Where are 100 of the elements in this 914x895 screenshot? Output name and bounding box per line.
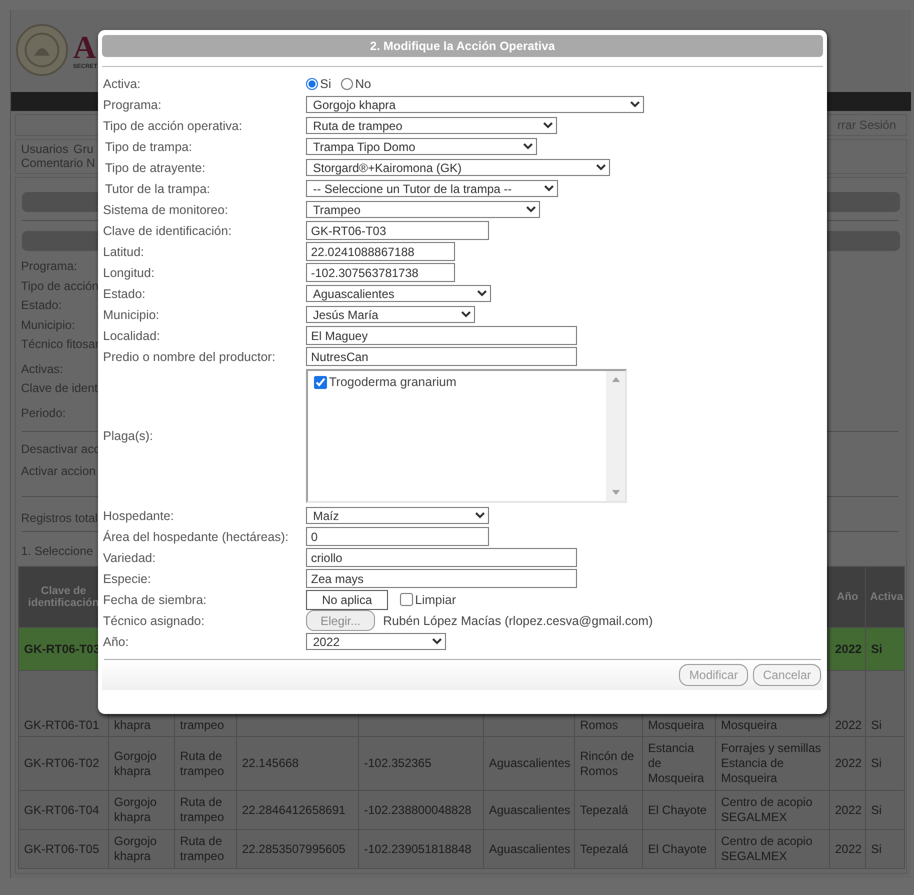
table-cell: Aguascalientes xyxy=(489,756,570,770)
filter-label: Municipio: xyxy=(21,316,76,334)
dropdown[interactable]: Maíz xyxy=(306,507,489,524)
table-cell: 22.2846412658691 xyxy=(242,802,346,816)
table-cell: Gorgojo khapra xyxy=(114,748,157,778)
field-label: Tipo de trampa: xyxy=(104,140,194,154)
table-cell: GK-RT06-T01 xyxy=(24,718,100,732)
filter-label: Tipo de acción xyxy=(21,278,99,294)
field-label: Latitud: xyxy=(103,244,146,258)
table-cell: trampeo xyxy=(180,718,224,732)
field-label: Estado: xyxy=(103,286,146,300)
dropdown[interactable]: Trampa Tipo Domo xyxy=(306,138,537,155)
table-cell: Forrajes y semillas Estancia de Mosqueira xyxy=(721,741,822,785)
table-cell: -102.239051818848 xyxy=(364,842,472,856)
input-field[interactable]: Zea mays xyxy=(306,569,577,588)
table-cell: 2022 xyxy=(835,802,862,816)
input-field[interactable]: 22.0241088867188 xyxy=(306,242,455,261)
technician-name: Rubén López Macías (rlopez.cesva@gmail.com) xyxy=(383,614,653,628)
checkbox[interactable] xyxy=(314,376,327,388)
table-cell: Romos xyxy=(580,718,618,732)
field-label: Tipo de acción operativa: xyxy=(103,118,244,132)
field-label: Programa: xyxy=(103,98,162,112)
table-cell: khapra xyxy=(114,718,151,732)
table-cell: 2022 xyxy=(835,642,862,656)
dropdown[interactable]: Aguascalientes xyxy=(306,285,491,302)
table-cell: Rincón de Romos xyxy=(580,748,634,778)
table-cell: El Chayote xyxy=(648,802,707,816)
table-cell: Si xyxy=(871,718,882,732)
table-cell: Mosqueira xyxy=(648,718,704,732)
field-label: Tutor de la trampa: xyxy=(104,182,212,196)
checkbox[interactable] xyxy=(400,593,413,606)
option-label: Si xyxy=(320,76,332,90)
table-cell: Mosqueira xyxy=(721,718,778,732)
input-field[interactable]: NutresCan xyxy=(306,347,577,366)
dropdown[interactable]: Ruta de trampeo xyxy=(306,117,557,134)
field-label: Especie: xyxy=(103,572,152,586)
logo-text: A xyxy=(73,30,96,64)
field-label: Longitud: xyxy=(103,266,156,280)
dialog-title: 2. Modifique la Acción Operativa xyxy=(102,35,823,57)
table-cell: Aguascalientes xyxy=(489,842,570,856)
table-cell: 2022 xyxy=(835,718,862,732)
table-cell: -102.352365 xyxy=(364,756,432,770)
dropdown[interactable]: Trampeo xyxy=(306,201,540,218)
table-cell: Ruta de trampeo xyxy=(180,795,224,824)
table-cell: 2022 xyxy=(835,756,862,770)
table-cell: El Chayote xyxy=(648,842,707,856)
list-item-label: Trogoderma granarium xyxy=(329,375,456,389)
field-label: Técnico asignado: xyxy=(103,614,206,628)
table-cell: Centro de acopio SEGALMEX xyxy=(721,834,812,863)
field-label: Año: xyxy=(103,634,130,648)
field-label: Municipio: xyxy=(103,308,160,322)
input-field[interactable]: 0 xyxy=(306,527,489,546)
field-label: Área del hospedante (hectáreas): xyxy=(103,530,290,544)
dropdown[interactable]: Jesús María xyxy=(306,306,475,323)
input-field[interactable]: -102.307563781738 xyxy=(306,263,455,282)
filter-label: Técnico fitosar xyxy=(21,336,100,353)
table-cell: GK-RT06-T05 xyxy=(24,842,100,856)
table-cell: Centro de acopio SEGALMEX xyxy=(721,795,812,824)
input-field[interactable]: GK-RT06-T03 xyxy=(306,221,489,240)
table-cell: GK-RT06-T03 xyxy=(24,642,100,656)
dropdown[interactable]: Storgard®+Kairomona (GK) xyxy=(306,159,610,176)
dropdown[interactable]: -- Seleccione un Tutor de la trampa -- xyxy=(306,180,558,197)
date-field[interactable]: No aplica xyxy=(306,590,388,610)
table-cell: 2022 xyxy=(835,842,862,856)
field-label: Fecha de siembra: xyxy=(103,592,208,606)
filter-label: Activas: xyxy=(21,360,64,378)
table-cell: Estancia de Mosqueira xyxy=(648,741,704,785)
table-cell: Si xyxy=(871,756,882,770)
field-label: Localidad: xyxy=(103,328,161,342)
input-field[interactable]: criollo xyxy=(306,548,577,567)
table-cell: Si xyxy=(871,842,882,856)
option-label: No xyxy=(355,76,372,90)
step-label: 1. Seleccione xyxy=(21,544,94,558)
emblem-icon xyxy=(15,23,69,77)
table-cell: Si xyxy=(871,802,882,816)
input-field[interactable]: El Maguey xyxy=(306,326,577,345)
table-cell: 22.2853507995605 xyxy=(242,842,346,856)
filter-label: Estado: xyxy=(21,297,62,314)
table-cell: Aguascalientes xyxy=(489,802,570,816)
filter-label: Clave de ident xyxy=(21,380,98,397)
table-cell: Ruta de trampeo xyxy=(180,748,224,778)
field-label: Sistema de monitoreo: xyxy=(103,202,230,216)
table-cell: -102.238800048828 xyxy=(364,802,472,816)
table-cell: Si xyxy=(871,642,882,656)
checkbox-label: Limpiar xyxy=(415,592,456,606)
dropdown[interactable]: Gorgojo khapra xyxy=(306,96,644,113)
table-cell: GK-RT06-T02 xyxy=(24,756,100,770)
field-label: Activa: xyxy=(103,76,142,90)
field-label: Clave de identificación: xyxy=(103,224,233,238)
dropdown[interactable]: 2022 xyxy=(306,633,446,650)
table-cell: Ruta de trampeo xyxy=(180,834,224,863)
table-cell: 22.145668 xyxy=(242,756,299,770)
listbox[interactable]: Trogoderma granarium xyxy=(306,369,627,503)
field-label: Hospedante: xyxy=(103,508,175,522)
table-cell: GK-RT06-T04 xyxy=(24,802,100,816)
filter-label: Periodo: xyxy=(21,404,66,422)
radio-button[interactable] xyxy=(341,78,354,90)
field-label: Plaga(s): xyxy=(103,429,154,443)
radio-button[interactable] xyxy=(306,78,318,90)
filter-label: Programa: xyxy=(21,258,78,275)
